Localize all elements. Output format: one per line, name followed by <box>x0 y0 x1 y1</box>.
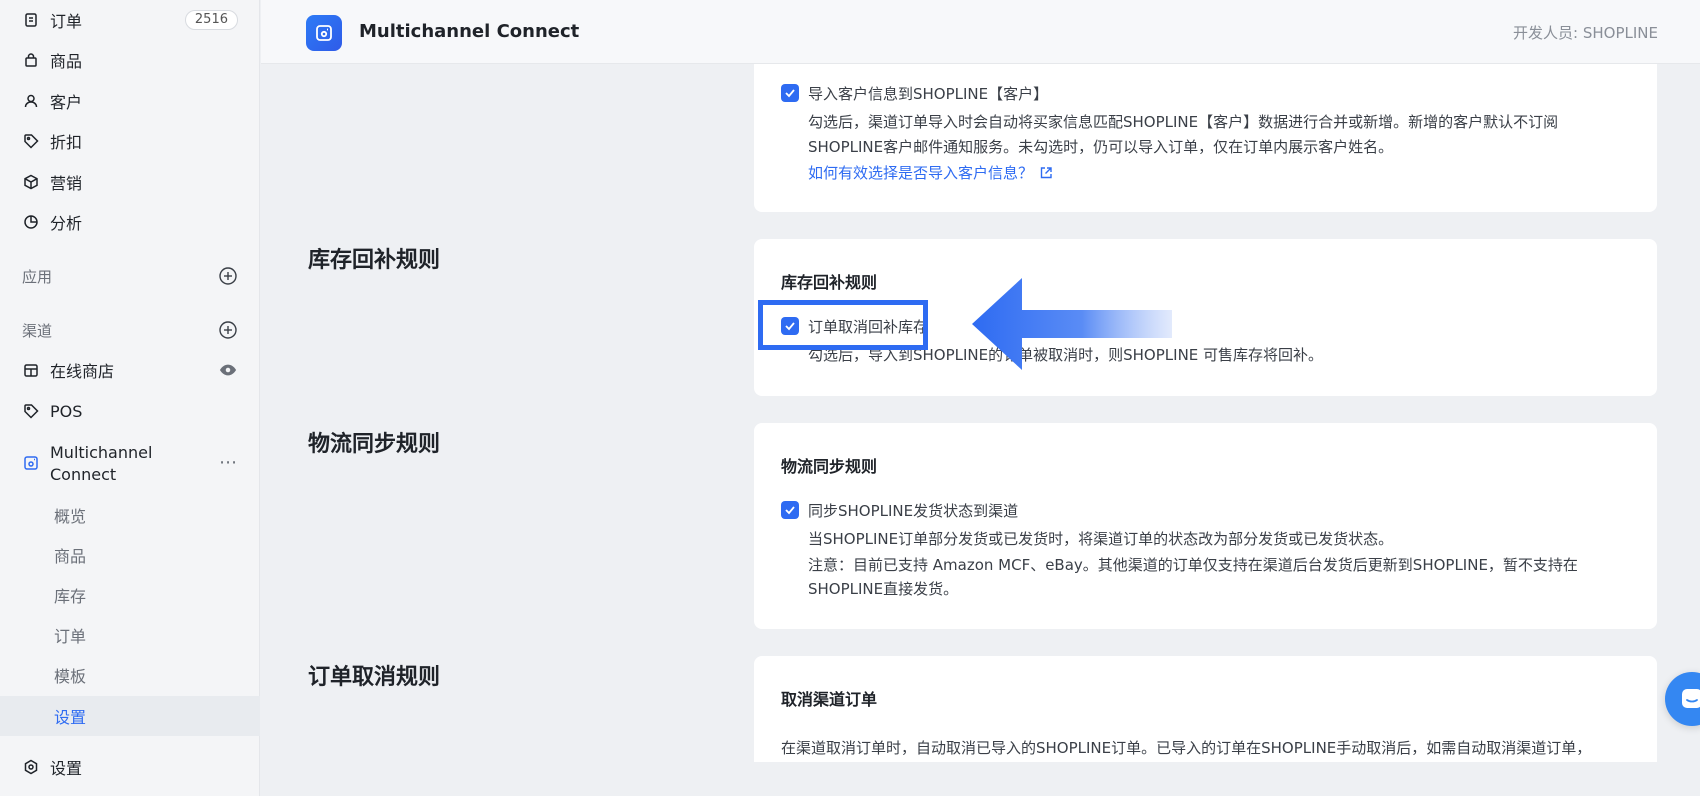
import-customers-help-link[interactable]: 如何有效选择是否导入客户信息？ <box>808 162 1053 183</box>
sync-shipping-label: 同步SHOPLINE发货状态到渠道 <box>808 502 1019 520</box>
logistics-card-title: 物流同步规则 <box>781 457 878 476</box>
inventory-section-title: 库存回补规则 <box>308 248 441 273</box>
sidebar-item-label: 商品 <box>50 52 83 71</box>
external-link-icon <box>1040 166 1052 178</box>
sidebar-subitem-orders[interactable]: 订单 <box>0 615 260 655</box>
sync-shipping-checkbox[interactable] <box>781 501 799 519</box>
add-channel-icon[interactable] <box>219 321 237 339</box>
orders-icon <box>22 11 40 29</box>
sync-shipping-note: 注意：目前已支持 Amazon MCF、eBay。其他渠道的订单仅支持在渠道后台… <box>808 556 1578 574</box>
sidebar-item-analytics[interactable]: 分析 <box>0 204 260 240</box>
sidebar-item-multichannel[interactable]: Multichannel Connect ⋯ <box>0 438 260 490</box>
gear-icon <box>22 758 40 776</box>
app-title: Multichannel Connect <box>359 21 580 42</box>
sidebar-item-settings[interactable]: 设置 <box>0 749 260 785</box>
inventory-card-title: 库存回补规则 <box>781 273 878 292</box>
sidebar-item-products[interactable]: 商品 <box>0 42 260 78</box>
sidebar-item-orders[interactable]: 订单 2516 <box>0 2 260 38</box>
pos-tag-icon <box>22 402 40 420</box>
user-icon <box>22 92 40 110</box>
sidebar-item-label: 客户 <box>50 93 83 112</box>
cancel-card-title: 取消渠道订单 <box>781 690 878 709</box>
orders-count-badge: 2516 <box>184 10 238 30</box>
logistics-section-title: 物流同步规则 <box>308 432 441 457</box>
sidebar-item-discounts[interactable]: 折扣 <box>0 123 260 159</box>
developer-label: 开发人员: SHOPLINE <box>1513 24 1658 42</box>
cube-icon <box>22 173 40 191</box>
sidebar-item-label: POS <box>50 401 83 421</box>
sidebar-item-label: 设置 <box>50 759 83 778</box>
chat-support-button[interactable] <box>1665 672 1700 726</box>
channels-section-label: 渠道 <box>22 322 53 340</box>
sidebar-subitem-settings[interactable]: 设置 <box>0 696 260 736</box>
sidebar-item-label: 在线商店 <box>50 362 115 381</box>
import-customers-desc: 勾选后，渠道订单导入时会自动将买家信息匹配SHOPLINE【客户】数据进行合并或… <box>808 113 1559 131</box>
sidebar-item-label: 营销 <box>50 174 83 193</box>
highlight-box <box>758 300 928 350</box>
eye-icon[interactable] <box>218 360 238 380</box>
apps-section-label: 应用 <box>22 268 53 286</box>
bag-icon <box>22 51 40 69</box>
arrow-pointer-icon <box>972 278 1172 370</box>
app-header: Multichannel Connect 开发人员: SHOPLINE <box>261 0 1700 64</box>
sidebar-subitem-products[interactable]: 商品 <box>0 535 260 575</box>
cancel-desc: 在渠道取消订单时，自动取消已导入的SHOPLINE订单。已导入的订单在SHOPL… <box>781 739 1592 757</box>
multichannel-icon <box>22 454 40 472</box>
sync-shipping-note-2: SHOPLINE直接发货。 <box>808 580 959 598</box>
pie-chart-icon <box>22 213 40 231</box>
sidebar-subitem-templates[interactable]: 模板 <box>0 655 260 695</box>
logistics-card: 物流同步规则 同步SHOPLINE发货状态到渠道 当SHOPLINE订单部分发货… <box>754 423 1657 629</box>
cancel-card: 取消渠道订单 在渠道取消订单时，自动取消已导入的SHOPLINE订单。已导入的订… <box>754 656 1657 762</box>
tag-icon <box>22 132 40 150</box>
sidebar-item-pos[interactable]: POS <box>0 393 260 429</box>
add-app-icon[interactable] <box>219 267 237 285</box>
customer-import-card: 导入客户信息到SHOPLINE【客户】 勾选后，渠道订单导入时会自动将买家信息匹… <box>754 64 1657 212</box>
more-icon[interactable]: ⋯ <box>218 452 238 473</box>
sidebar-item-label: 折扣 <box>50 133 83 152</box>
sidebar: 订单 2516 商品 客户 折扣 营销 分析 应用 渠道 在线商店 POS Mu… <box>0 0 260 796</box>
sidebar-item-label: 订单 <box>50 12 83 31</box>
sidebar-item-customers[interactable]: 客户 <box>0 83 260 119</box>
cancel-section-title: 订单取消规则 <box>308 665 441 690</box>
help-link-text: 如何有效选择是否导入客户信息？ <box>808 164 1034 182</box>
app-logo <box>306 15 342 51</box>
sidebar-item-online-store[interactable]: 在线商店 <box>0 352 260 388</box>
sidebar-item-label: Multichannel Connect <box>50 443 153 484</box>
sidebar-subitem-overview[interactable]: 概览 <box>0 495 260 535</box>
chat-icon <box>1682 689 1700 708</box>
sidebar-item-label: 分析 <box>50 214 83 233</box>
sync-shipping-desc: 当SHOPLINE订单部分发货或已发货时，将渠道订单的状态改为部分发货或已发货状… <box>808 530 1394 548</box>
import-customers-checkbox[interactable] <box>781 84 799 102</box>
sidebar-item-marketing[interactable]: 营销 <box>0 164 260 200</box>
import-customers-desc-2: SHOPLINE客户邮件通知服务。未勾选时，仍可以导入订单，仅在订单内展示客户姓… <box>808 138 1394 156</box>
sidebar-subitem-inventory[interactable]: 库存 <box>0 575 260 615</box>
store-icon <box>22 361 40 379</box>
import-customers-label: 导入客户信息到SHOPLINE【客户】 <box>808 85 1049 103</box>
